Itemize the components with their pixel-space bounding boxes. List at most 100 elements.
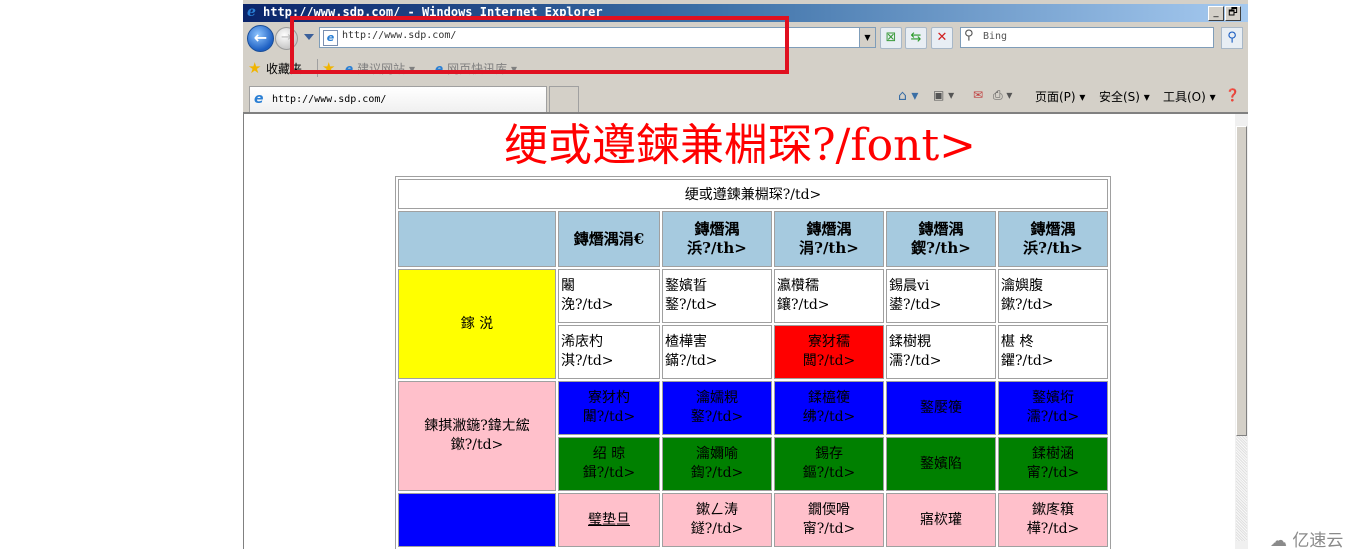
column-header: 鏄熸湡涓?/th> xyxy=(774,211,884,267)
help-icon[interactable]: ❓ xyxy=(1225,88,1240,102)
cell-line2: 闆?/td> xyxy=(802,353,856,369)
table-cell: 錫晨vi 鍙?/td> xyxy=(886,269,996,323)
annotation-highlight-box xyxy=(290,16,789,74)
cell-line2: 绋?/td> xyxy=(802,409,856,425)
table-cell: 鍒樹涵甯?/td> xyxy=(998,437,1108,491)
table-cell: 浠庡杓淇?/td> xyxy=(558,325,660,379)
table-cell: 寤栨瓘 xyxy=(886,493,996,547)
cell-line2: 濡?/td> xyxy=(889,353,942,369)
table-cell: 寮犲穤闆?/td> xyxy=(774,325,884,379)
tools-menu[interactable]: 工具(O) ▾ xyxy=(1163,88,1216,105)
schedule-table: 绠或遵鍊兼棩琛?/td> 鏄熸湡涓€ 鏄熸湡浜?/th> 鏄熸湡涓?/th> 鏄熸湡鍥?… xyxy=(395,176,1111,549)
table-cell: 瀹嬩腹鏉?/td> xyxy=(998,269,1108,323)
cell-line1: 鏉ㄥ涛 xyxy=(696,502,738,518)
tab-bar: e http://www.sdp.com/ ⌂ ▾ ▣ ▾ ✉ ⎙ ▾ 页面(P… xyxy=(243,84,1248,114)
cell-line1: 瀹嬬粯 xyxy=(696,390,738,406)
refresh-icon[interactable]: ⇆ xyxy=(905,27,927,49)
search-box[interactable]: ⚲ Bing xyxy=(960,27,1214,48)
table-cell: 瀹嬭喻 鍧?/td> xyxy=(662,437,772,491)
cell-line1: 寮犲穤 xyxy=(808,334,850,350)
cell-line1: 瀹嬭喻 xyxy=(696,446,738,462)
tab-sdp[interactable]: e http://www.sdp.com/ xyxy=(249,86,547,112)
back-button[interactable]: ← xyxy=(247,25,274,52)
group-label-line1: 鎵 涚 xyxy=(460,315,494,332)
table-cell: 錫存鏂?/td> xyxy=(774,437,884,491)
search-button[interactable]: ⚲ xyxy=(1221,27,1243,49)
column-header xyxy=(398,211,556,267)
table-cell: 椹 柊鑺?/td> xyxy=(998,325,1108,379)
watermark-text: 亿速云 xyxy=(1292,531,1344,551)
table-cell: 寮犲杓 闈?/td> xyxy=(558,381,660,435)
cell-line2: 淇?/td> xyxy=(561,353,614,369)
cell-line2: 鏂?/td> xyxy=(802,465,856,481)
cell-line1: 寮犲杓 xyxy=(588,390,630,406)
restore-button[interactable]: 🗗 xyxy=(1225,6,1241,21)
cell-line2: 鑲?/td> xyxy=(777,297,830,313)
table-cell: 鐜嬪垳 濡?/td> xyxy=(998,381,1108,435)
column-header: 鏄熸湡浜?/th> xyxy=(998,211,1108,267)
table-caption: 绠或遵鍊兼棩琛?/td> xyxy=(398,179,1108,209)
cell-line1: 浠庡杓 xyxy=(561,334,603,350)
cell-line1: 楂樺害 xyxy=(665,334,707,350)
browser-window: e http://www.sdp.com/ - Windows Internet… xyxy=(243,0,1248,549)
cell-line1: 瀛欑穤 xyxy=(777,278,819,294)
cell-line1: 鐗偄嗗 xyxy=(808,502,850,518)
vertical-scrollbar[interactable] xyxy=(1235,114,1248,549)
column-header: 鏄熸湡浜?/th> xyxy=(662,211,772,267)
cell-line1: 鍒樹涵 xyxy=(1032,446,1074,462)
table-cell: 闂浼?/td> xyxy=(558,269,660,323)
new-tab-button[interactable] xyxy=(549,86,579,112)
cell-line2: 鐩?/td> xyxy=(690,521,744,537)
feeds-icon[interactable]: ▣ ▾ xyxy=(933,88,954,102)
table-cell: 鐗偄嗗甯?/td> xyxy=(774,493,884,547)
cell-line2: 鍓?/td> xyxy=(582,465,636,481)
print-icon[interactable]: ⎙ ▾ xyxy=(993,88,1012,103)
stop-icon[interactable]: ✕ xyxy=(931,27,953,49)
ie-page-icon: e xyxy=(254,91,264,107)
cloud-logo-icon: ☁ xyxy=(1270,531,1293,551)
cell-line2: 浼?/td> xyxy=(561,297,614,313)
search-input[interactable]: Bing xyxy=(983,31,1007,42)
header-row: 鏄熸湡涓€ 鏄熸湡浜?/th> 鏄熸湡涓?/th> 鏄熸湡鍥?/th> 鏄熸湡浜?/th… xyxy=(398,211,1108,267)
home-icon[interactable]: ⌂ ▾ xyxy=(898,88,918,104)
table-cell: 楂樺害鏋?/td> xyxy=(662,325,772,379)
cell-line2: 鏉?/td> xyxy=(1001,297,1054,313)
cell-line1: 瀹嬩腹 xyxy=(1001,278,1043,294)
cell-line1[interactable]: 璧垫旦 xyxy=(588,512,630,528)
cell-line1: 鍒橀箯 xyxy=(808,390,850,406)
cell-line2: 鐜?/td> xyxy=(665,297,718,313)
column-header: 鏄熸湡鍥?/th> xyxy=(886,211,996,267)
cell-line1: 绍 晾 xyxy=(592,446,626,462)
table-cell: 鐜嬪晢 鐜?/td> xyxy=(662,269,772,323)
table-row: 鍊掑潎鍦?鍏ㄤ綋 鏉?/td> 寮犲杓 闈?/td> 瀹嬬粯 鐜?/td> 鍒橀箯 绋?/td… xyxy=(398,381,1108,491)
tab-label: http://www.sdp.com/ xyxy=(272,94,387,105)
cell-line2: 甯?/td> xyxy=(1026,465,1080,481)
cell-line1: 錫存 xyxy=(815,446,843,462)
favorites-star-icon: ★ xyxy=(248,59,262,77)
cell-line2: 鍙?/td> xyxy=(889,297,942,313)
cell-line2: 鏋?/td> xyxy=(665,353,718,369)
page-heading: 绠或遵鍊兼棩琛?/font> xyxy=(503,120,977,171)
minimize-button[interactable]: _ xyxy=(1208,6,1224,21)
column-header: 鏄熸湡涓€ xyxy=(558,211,660,267)
cell-line1: 鍒樹粯 xyxy=(889,334,931,350)
address-dropdown-button[interactable]: ▼ xyxy=(859,27,876,48)
safety-menu[interactable]: 安全(S) ▾ xyxy=(1099,88,1150,105)
search-icon: ⚲ xyxy=(964,28,974,43)
scrollbar-track[interactable] xyxy=(1236,436,1247,541)
row-group-label: 鎵 涚 xyxy=(398,269,556,379)
watermark: ☁ 亿速云 xyxy=(1270,526,1343,551)
scrollbar-thumb[interactable] xyxy=(1236,126,1247,436)
table-cell: 鐜嬪陷 xyxy=(886,437,996,491)
table-cell: 绍 晾鍓?/td> xyxy=(558,437,660,491)
cell-line1: 椹 柊 xyxy=(1001,334,1034,350)
cell-line2: 甯?/td> xyxy=(802,521,856,537)
table-cell: 瀹嬬粯 鐜?/td> xyxy=(662,381,772,435)
cell-line1: 闂 xyxy=(561,278,575,294)
page-menu[interactable]: 页面(P) ▾ xyxy=(1035,88,1085,105)
cell-line1: 錫晨vi xyxy=(889,278,930,294)
cell-line1: 鐜嬮箯 xyxy=(920,399,962,416)
cell-line2: 濡?/td> xyxy=(1026,409,1080,425)
mail-icon[interactable]: ✉ xyxy=(973,88,983,102)
compatibility-view-icon[interactable]: ⊠ xyxy=(880,27,902,49)
